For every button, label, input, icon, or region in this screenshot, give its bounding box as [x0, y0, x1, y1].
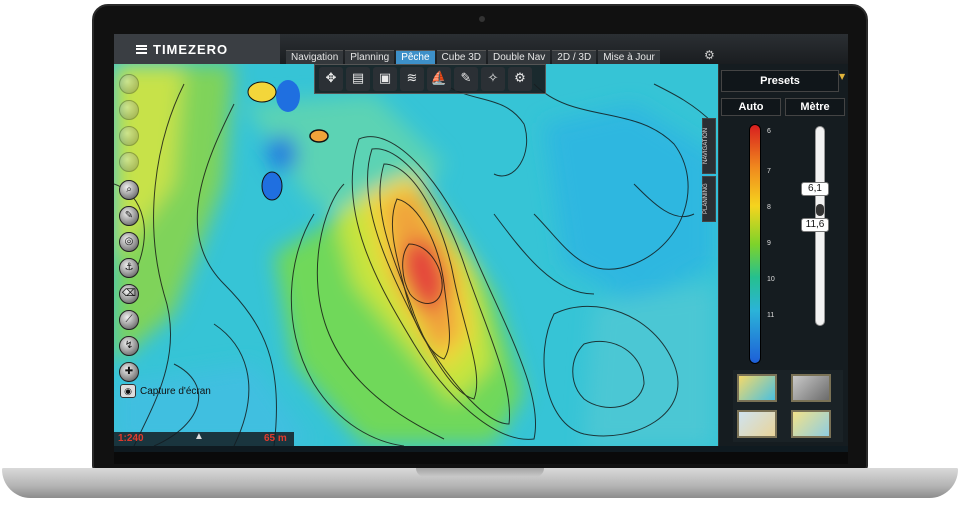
compass-rose-icon[interactable]: ✥: [319, 67, 343, 91]
tool-icon-3[interactable]: [119, 126, 139, 146]
route-icon[interactable]: ↯: [119, 336, 139, 356]
chevron-down-icon[interactable]: ▼: [839, 72, 845, 81]
tab-peche[interactable]: Pêche: [396, 50, 435, 64]
tab-2d-3d[interactable]: 2D / 3D: [552, 50, 597, 64]
depth-color-gauge: [749, 124, 761, 364]
eraser-icon[interactable]: ⌫: [119, 284, 139, 304]
laptop-lid: TIMEZERO Navigation Planning Pêche Cube …: [92, 4, 868, 470]
chart-book-icon[interactable]: ▤: [346, 67, 370, 91]
status-bar: 1:240 ▲ 65 m: [114, 431, 294, 446]
laptop-frame: TIMEZERO Navigation Planning Pêche Cube …: [0, 0, 960, 522]
palette-thumb-3[interactable]: [737, 410, 777, 438]
side-tab-planning[interactable]: PLANNING: [702, 176, 716, 222]
laptop-base: [2, 468, 958, 498]
app-name: TIMEZERO: [153, 41, 229, 57]
scale-label: 9: [767, 240, 771, 247]
ruler-icon[interactable]: ⟋: [119, 310, 139, 330]
tool-icon-1[interactable]: [119, 74, 139, 94]
palette-button-row: Auto Mètre: [721, 98, 845, 116]
left-toolbar: ⌕ ✎ ◎ ⚓ ⌫ ⟋ ↯ ✚: [114, 70, 144, 410]
scale-label: 11: [767, 312, 775, 319]
zoom-icon[interactable]: ⌕: [119, 180, 139, 200]
palette-thumb-1[interactable]: [737, 374, 777, 402]
side-tabs: NAVIGATION PLANNING: [702, 118, 716, 224]
settings-gear-icon[interactable]: ⚙: [704, 48, 718, 62]
unit-button[interactable]: Mètre: [785, 98, 845, 116]
workspace-tabs: Navigation Planning Pêche Cube 3D Double…: [286, 50, 660, 64]
north-arrow-icon: ▲: [194, 431, 204, 442]
camera-capture-icon: ◉: [120, 384, 136, 398]
tab-mise-a-jour[interactable]: Mise à Jour: [598, 50, 660, 64]
presets-dropdown[interactable]: Presets: [721, 70, 839, 92]
tab-planning[interactable]: Planning: [345, 50, 395, 64]
target-icon[interactable]: ◎: [119, 232, 139, 252]
depth-palette-panel: Presets ▼ Auto Mètre 6 7 8 9 10 11 6,1 1…: [718, 64, 848, 446]
slider-bottom-value[interactable]: 11,6: [801, 218, 829, 232]
fish-icon[interactable]: ≋: [400, 67, 424, 91]
palette-thumb-4[interactable]: [791, 410, 831, 438]
top-bar: TIMEZERO Navigation Planning Pêche Cube …: [114, 34, 848, 64]
gear-icon[interactable]: ⚙: [508, 67, 532, 91]
tool-icon-2[interactable]: [119, 100, 139, 120]
fishing-boat-icon[interactable]: ⛵: [427, 67, 451, 91]
palette-thumbnails: [733, 370, 843, 442]
pencil-icon[interactable]: ✎: [119, 206, 139, 226]
scale-label: 10: [767, 276, 775, 283]
scale-readout: 1:240: [118, 433, 144, 444]
camera-icon: [479, 16, 485, 22]
auto-button[interactable]: Auto: [721, 98, 781, 116]
app-screen: TIMEZERO Navigation Planning Pêche Cube …: [114, 34, 848, 452]
screen-capture-button[interactable]: ◉ Capture d'écran: [120, 384, 211, 398]
scale-label: 7: [767, 168, 771, 175]
tab-navigation[interactable]: Navigation: [286, 50, 344, 64]
tool-icon-4[interactable]: [119, 152, 139, 172]
palette-thumb-2[interactable]: [791, 374, 831, 402]
laptop-notch: [416, 468, 544, 477]
capture-label: Capture d'écran: [140, 385, 211, 397]
map-toolbar: ✥ ▤ ▣ ≋ ⛵ ✎ ✧ ⚙: [314, 64, 546, 94]
scale-label: 6: [767, 128, 771, 135]
screen-bezel: [114, 452, 848, 464]
layers-icon[interactable]: ▣: [373, 67, 397, 91]
slider-top-value[interactable]: 6,1: [801, 182, 829, 196]
tab-cube-3d[interactable]: Cube 3D: [436, 50, 487, 64]
menu-icon[interactable]: [136, 44, 147, 54]
scale-label: 8: [767, 204, 771, 211]
side-tab-navigation[interactable]: NAVIGATION: [702, 118, 716, 174]
waypoint-icon[interactable]: ✧: [481, 67, 505, 91]
depth-readout: 65 m: [264, 433, 287, 444]
pencil-route-icon[interactable]: ✎: [454, 67, 478, 91]
slider-handle[interactable]: [816, 204, 824, 216]
anchor-icon[interactable]: ⚓: [119, 258, 139, 278]
tab-double-nav[interactable]: Double Nav: [488, 50, 551, 64]
depth-scale-labels: 6 7 8 9 10 11: [767, 124, 787, 364]
mark-icon[interactable]: ✚: [119, 362, 139, 382]
app-logo[interactable]: TIMEZERO: [114, 34, 280, 64]
